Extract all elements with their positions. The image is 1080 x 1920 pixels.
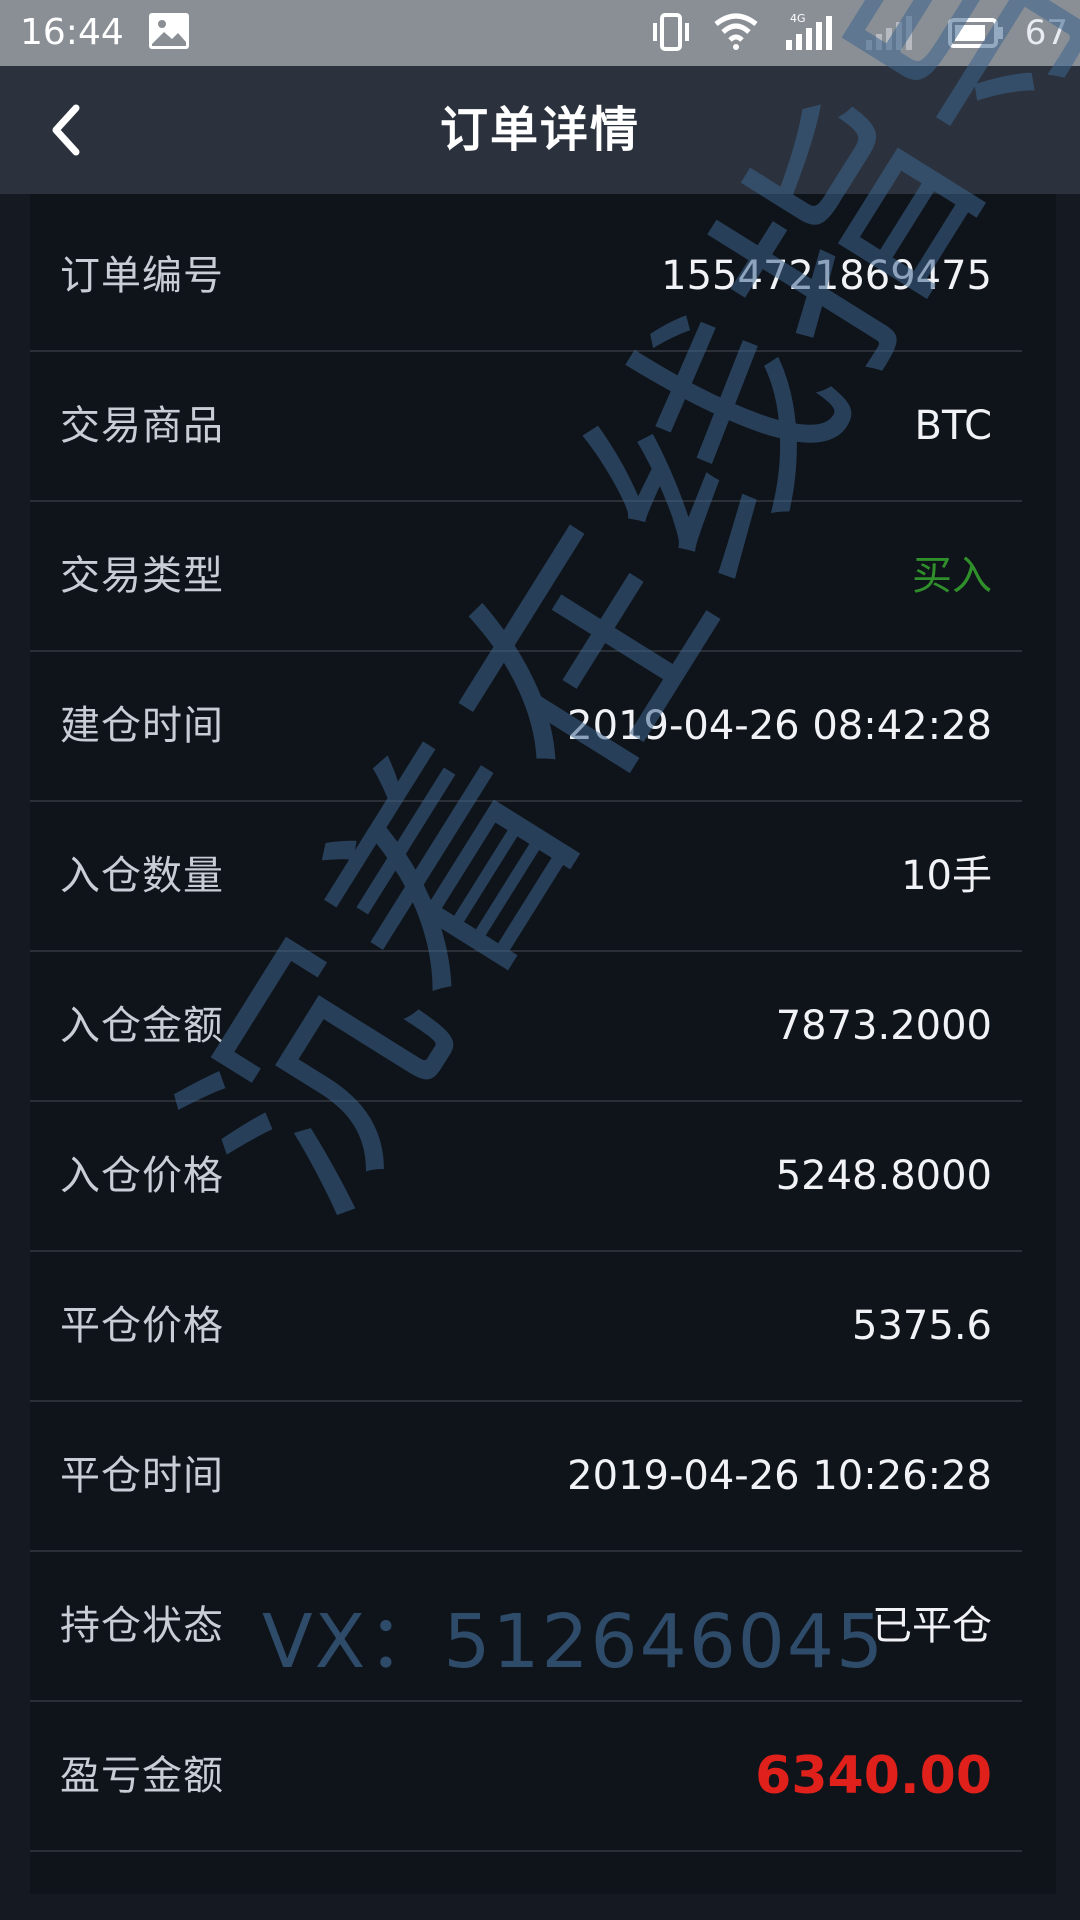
- row-close-price: 平仓价格 5375.6: [30, 1252, 1022, 1402]
- wifi-icon: [712, 12, 760, 56]
- status-time: 16:44: [20, 12, 124, 53]
- row-label: 盈亏金额: [60, 1753, 224, 1799]
- order-detail-screen: 16:44 4G 67 订单详情 订单编号 1554721869475 交易商品…: [0, 0, 1080, 1920]
- row-open-time: 建仓时间 2019-04-26 08:42:28: [30, 652, 1022, 802]
- row-label: 平仓时间: [60, 1453, 224, 1499]
- vibrate-icon: [650, 12, 692, 56]
- row-trade-type: 交易类型 买入: [30, 502, 1022, 652]
- row-value: 已平仓: [872, 1603, 992, 1649]
- signal-empty-icon: [860, 12, 920, 56]
- row-label: 平仓价格: [60, 1303, 224, 1349]
- row-label: 入仓价格: [60, 1153, 224, 1199]
- row-open-price: 入仓价格 5248.8000: [30, 1102, 1022, 1252]
- signal-4g-icon: 4G: [780, 12, 840, 56]
- chevron-left-icon: [52, 104, 80, 156]
- nav-bar: 订单详情: [0, 66, 1080, 194]
- row-value: 10手: [901, 853, 992, 899]
- row-open-amount: 入仓金额 7873.2000: [30, 952, 1022, 1102]
- row-label: 订单编号: [60, 253, 224, 299]
- page-title: 订单详情: [439, 102, 640, 158]
- row-profit-loss: 盈亏金额 6340.00: [30, 1702, 1022, 1852]
- row-label: 交易类型: [60, 553, 224, 599]
- row-value: 2019-04-26 08:42:28: [567, 703, 992, 749]
- row-value-profit: 6340.00: [755, 1746, 992, 1806]
- row-label: 建仓时间: [60, 703, 224, 749]
- row-value: 5375.6: [852, 1303, 992, 1349]
- row-value: BTC: [914, 403, 992, 449]
- row-close-time: 平仓时间 2019-04-26 10:26:28: [30, 1402, 1022, 1552]
- image-notification-icon: [148, 12, 190, 54]
- battery-level: 67: [1024, 13, 1068, 53]
- row-label: 持仓状态: [60, 1603, 224, 1649]
- row-order-number: 订单编号 1554721869475: [30, 202, 1022, 352]
- row-position-status: 持仓状态 已平仓: [30, 1552, 1022, 1702]
- row-label: 交易商品: [60, 403, 224, 449]
- row-label: 入仓数量: [60, 853, 224, 899]
- row-quantity: 入仓数量 10手: [30, 802, 1022, 952]
- row-value: 5248.8000: [775, 1153, 992, 1199]
- row-value: 1554721869475: [661, 253, 992, 299]
- back-button[interactable]: [40, 96, 100, 164]
- row-value-buy: 买入: [912, 553, 992, 599]
- status-bar: 16:44 4G 67: [0, 0, 1080, 66]
- row-value: 2019-04-26 10:26:28: [567, 1453, 992, 1499]
- row-label: 入仓金额: [60, 1003, 224, 1049]
- battery-icon: [948, 12, 1006, 56]
- row-product: 交易商品 BTC: [30, 352, 1022, 502]
- svg-text:4G: 4G: [790, 12, 806, 25]
- row-value: 7873.2000: [775, 1003, 992, 1049]
- detail-list: 订单编号 1554721869475 交易商品 BTC 交易类型 买入 建仓时间…: [30, 202, 1022, 1852]
